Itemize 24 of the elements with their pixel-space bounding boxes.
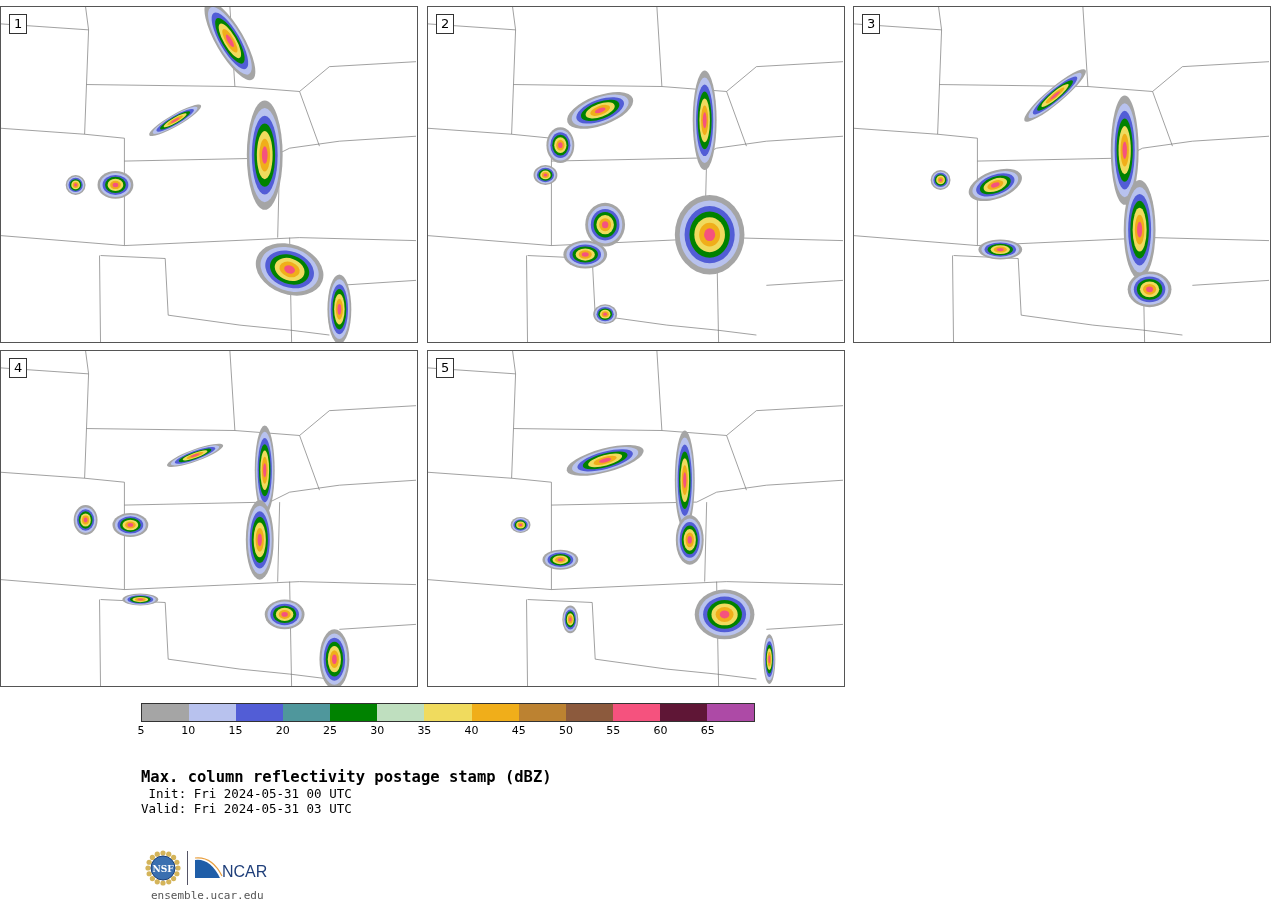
tick-label: 55: [606, 724, 621, 737]
chart-title: Max. column reflectivity postage stamp (dBZ): [141, 768, 553, 786]
ncar-logo: NCAR: [194, 856, 268, 880]
tick-label: 25: [322, 724, 337, 737]
panel-label: 4: [9, 358, 28, 378]
panel-label: 3: [862, 14, 881, 34]
panel-label: 2: [436, 14, 455, 34]
tick-label: 45: [511, 724, 526, 737]
tick-label: 40: [464, 724, 479, 737]
tick-label: 5: [137, 724, 145, 737]
panel-label: 1: [9, 14, 28, 34]
valid-time: Valid: Fri 2024-05-31 03 UTC: [141, 801, 353, 816]
panel-label: 5: [436, 358, 455, 378]
tick-label: 65: [700, 724, 715, 737]
init-time: Init: Fri 2024-05-31 00 UTC: [147, 786, 353, 801]
tick-label: 30: [370, 724, 385, 737]
tick-label: 35: [417, 724, 432, 737]
website-url: ensemble.ucar.edu: [151, 889, 265, 901]
tick-label: 20: [275, 724, 290, 737]
tick-label: 15: [228, 724, 243, 737]
tick-label: 60: [653, 724, 668, 737]
nsf-logo: NSF: [145, 850, 181, 886]
tick-label: 50: [559, 724, 574, 737]
tick-label: 10: [181, 724, 196, 737]
